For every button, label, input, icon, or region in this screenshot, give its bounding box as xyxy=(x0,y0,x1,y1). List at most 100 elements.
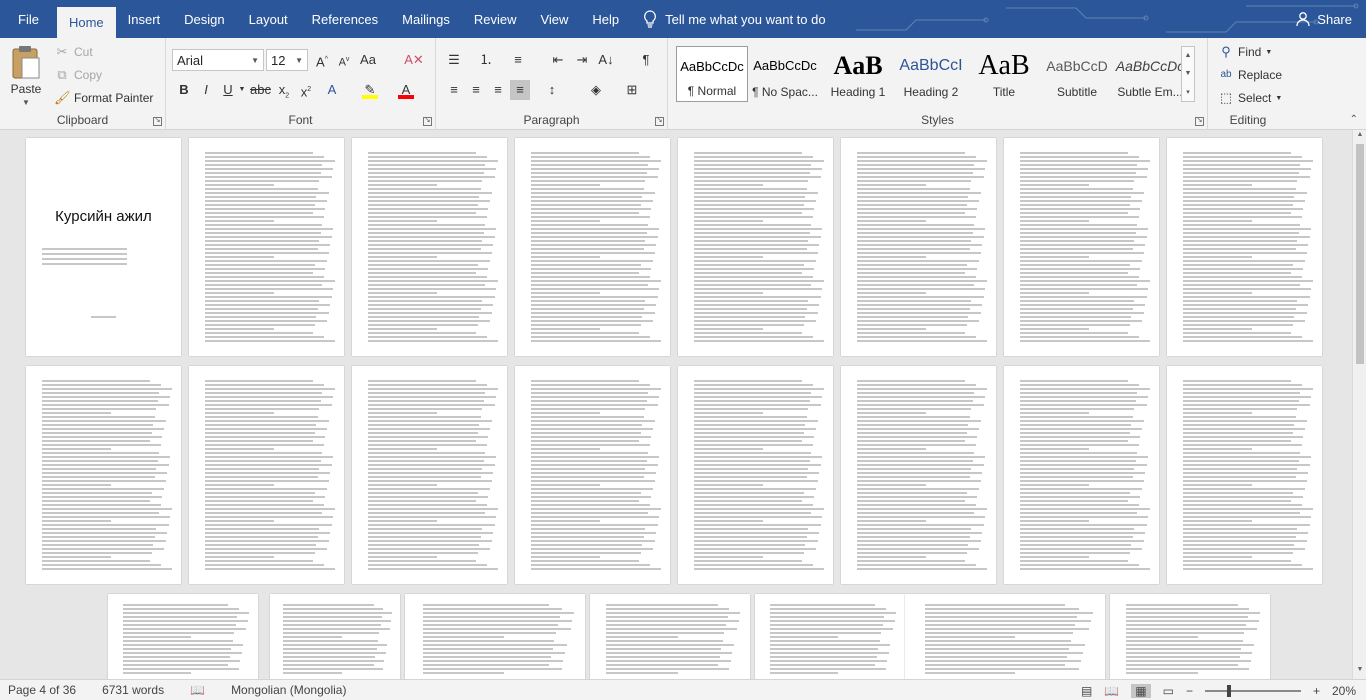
copy-button[interactable]: ⧉ Copy xyxy=(54,67,102,83)
grow-font-icon[interactable]: A^ xyxy=(312,50,332,70)
style-normal[interactable]: AaBbCcDc ¶ Normal xyxy=(676,46,748,102)
document-page[interactable] xyxy=(1110,594,1270,679)
increase-indent-icon[interactable]: ⇥ xyxy=(572,50,592,70)
tab-insert[interactable]: Insert xyxy=(116,0,173,38)
document-page[interactable] xyxy=(590,594,750,679)
scrollbar-thumb[interactable] xyxy=(1356,144,1364,364)
pilcrow-icon[interactable]: ¶ xyxy=(636,50,656,70)
document-page[interactable] xyxy=(841,138,996,356)
style-title[interactable]: AaB Title xyxy=(968,46,1040,102)
superscript-icon[interactable]: x2 xyxy=(296,80,316,100)
justify-icon[interactable]: ≡ xyxy=(510,80,530,100)
subscript-icon[interactable]: x2 xyxy=(274,80,294,100)
tab-review[interactable]: Review xyxy=(462,0,529,38)
print-layout-icon[interactable]: ▦ xyxy=(1131,683,1151,698)
font-family-select[interactable]: Arial ▼ xyxy=(172,49,264,71)
document-page[interactable] xyxy=(905,594,1105,679)
align-right-icon[interactable]: ≡ xyxy=(488,80,508,100)
document-page[interactable] xyxy=(1167,366,1322,584)
chevron-down-icon[interactable]: ▼ xyxy=(1185,70,1192,77)
collapse-ribbon-icon[interactable]: ⌃ xyxy=(1350,114,1358,125)
document-page[interactable] xyxy=(189,366,344,584)
multilevel-list-icon[interactable]: ≡ xyxy=(508,50,528,70)
strikethrough-icon[interactable]: abc xyxy=(250,80,271,100)
font-size-select[interactable]: 12 ▼ xyxy=(266,49,308,71)
document-page[interactable] xyxy=(352,366,507,584)
document-page[interactable] xyxy=(755,594,905,679)
word-count[interactable]: 6731 words xyxy=(102,683,164,697)
style-subtle-emphasis[interactable]: AaBbCcDc Subtle Em... xyxy=(1114,46,1186,102)
style-heading-2[interactable]: AaBbCcI Heading 2 xyxy=(895,46,967,102)
read-mode-icon[interactable]: 📖 xyxy=(1104,684,1119,698)
style-subtitle[interactable]: AaBbCcD Subtitle xyxy=(1041,46,1113,102)
borders-icon[interactable]: ⊞ xyxy=(622,80,642,100)
tab-references[interactable]: References xyxy=(300,0,390,38)
format-painter-button[interactable]: 🖌 Format Painter xyxy=(54,90,153,106)
zoom-slider[interactable] xyxy=(1204,684,1301,697)
zoom-slider-knob[interactable] xyxy=(1226,684,1231,697)
style-no-spacing[interactable]: AaBbCcDc ¶ No Spac... xyxy=(749,46,821,102)
vertical-scrollbar[interactable]: ▲ ▼ xyxy=(1352,130,1366,679)
font-color-icon[interactable]: A xyxy=(396,80,416,100)
styles-gallery-scroll[interactable]: ▲ ▼ ▾ xyxy=(1181,46,1195,102)
focus-icon[interactable]: ▤ xyxy=(1081,684,1092,698)
document-page[interactable] xyxy=(1004,366,1159,584)
select-button[interactable]: ⬚ Select ▼ xyxy=(1218,90,1282,106)
web-layout-icon[interactable]: ▭ xyxy=(1163,684,1174,698)
share-button[interactable]: Share xyxy=(1295,0,1352,38)
document-page[interactable] xyxy=(26,366,181,584)
document-page[interactable] xyxy=(678,138,833,356)
decrease-indent-icon[interactable]: ⇤ xyxy=(548,50,568,70)
paragraph-launcher-icon[interactable]: ↘ xyxy=(655,117,664,126)
clear-formatting-icon[interactable]: A✕ xyxy=(404,50,424,70)
chevron-up-icon[interactable]: ▲ xyxy=(1185,52,1192,59)
align-center-icon[interactable]: ≡ xyxy=(466,80,486,100)
zoom-out-icon[interactable]: − xyxy=(1186,684,1193,698)
document-page[interactable] xyxy=(270,594,400,679)
document-page[interactable] xyxy=(108,594,258,679)
clipboard-launcher-icon[interactable]: ↘ xyxy=(153,117,162,126)
underline-dropdown-icon[interactable]: ▼ xyxy=(232,80,252,100)
font-launcher-icon[interactable]: ↘ xyxy=(423,117,432,126)
document-page[interactable] xyxy=(841,366,996,584)
paste-button[interactable]: Paste ▼ xyxy=(10,44,42,107)
tab-design[interactable]: Design xyxy=(172,0,236,38)
document-page[interactable] xyxy=(515,138,670,356)
change-case-icon[interactable]: Aa xyxy=(358,50,378,70)
scroll-up-icon[interactable]: ▲ xyxy=(1353,131,1366,143)
cut-button[interactable]: ✂ Cut xyxy=(54,44,93,60)
bullets-icon[interactable]: ☰ xyxy=(444,50,464,70)
tab-layout[interactable]: Layout xyxy=(237,0,300,38)
italic-icon[interactable]: I xyxy=(196,80,216,100)
paste-dropdown-icon[interactable]: ▼ xyxy=(22,98,30,107)
find-button[interactable]: ⚲ Find ▼ xyxy=(1218,44,1272,60)
align-left-icon[interactable]: ≡ xyxy=(444,80,464,100)
highlight-icon[interactable]: ✎ xyxy=(360,80,380,100)
tab-help[interactable]: Help xyxy=(580,0,631,38)
sort-icon[interactable]: A↓ xyxy=(596,50,616,70)
replace-button[interactable]: ab Replace xyxy=(1218,67,1282,83)
styles-launcher-icon[interactable]: ↘ xyxy=(1195,117,1204,126)
numbering-icon[interactable]: ⒈ xyxy=(476,50,496,70)
shading-icon[interactable]: ◈ xyxy=(586,80,606,100)
line-spacing-icon[interactable]: ↕ xyxy=(542,80,562,100)
more-styles-icon[interactable]: ▾ xyxy=(1186,88,1190,96)
document-page[interactable] xyxy=(352,138,507,356)
document-page[interactable] xyxy=(189,138,344,356)
tell-me-search[interactable]: Tell me what you want to do xyxy=(643,0,826,38)
tab-file[interactable]: File xyxy=(0,0,57,38)
bold-icon[interactable]: B xyxy=(174,80,194,100)
text-effects-icon[interactable]: A xyxy=(322,80,342,100)
document-page[interactable] xyxy=(1004,138,1159,356)
document-page[interactable] xyxy=(515,366,670,584)
proofing-icon[interactable]: 📖 xyxy=(190,683,205,697)
scroll-down-icon[interactable]: ▼ xyxy=(1353,666,1366,678)
document-page[interactable] xyxy=(1167,138,1322,356)
tab-view[interactable]: View xyxy=(528,0,580,38)
zoom-in-icon[interactable]: + xyxy=(1313,684,1320,698)
document-page[interactable] xyxy=(405,594,585,679)
page-count[interactable]: Page 4 of 36 xyxy=(8,683,76,697)
document-canvas[interactable]: Курсийн ажил xyxy=(0,130,1352,679)
shrink-font-icon[interactable]: Av xyxy=(334,50,354,70)
style-heading-1[interactable]: AaB Heading 1 xyxy=(822,46,894,102)
